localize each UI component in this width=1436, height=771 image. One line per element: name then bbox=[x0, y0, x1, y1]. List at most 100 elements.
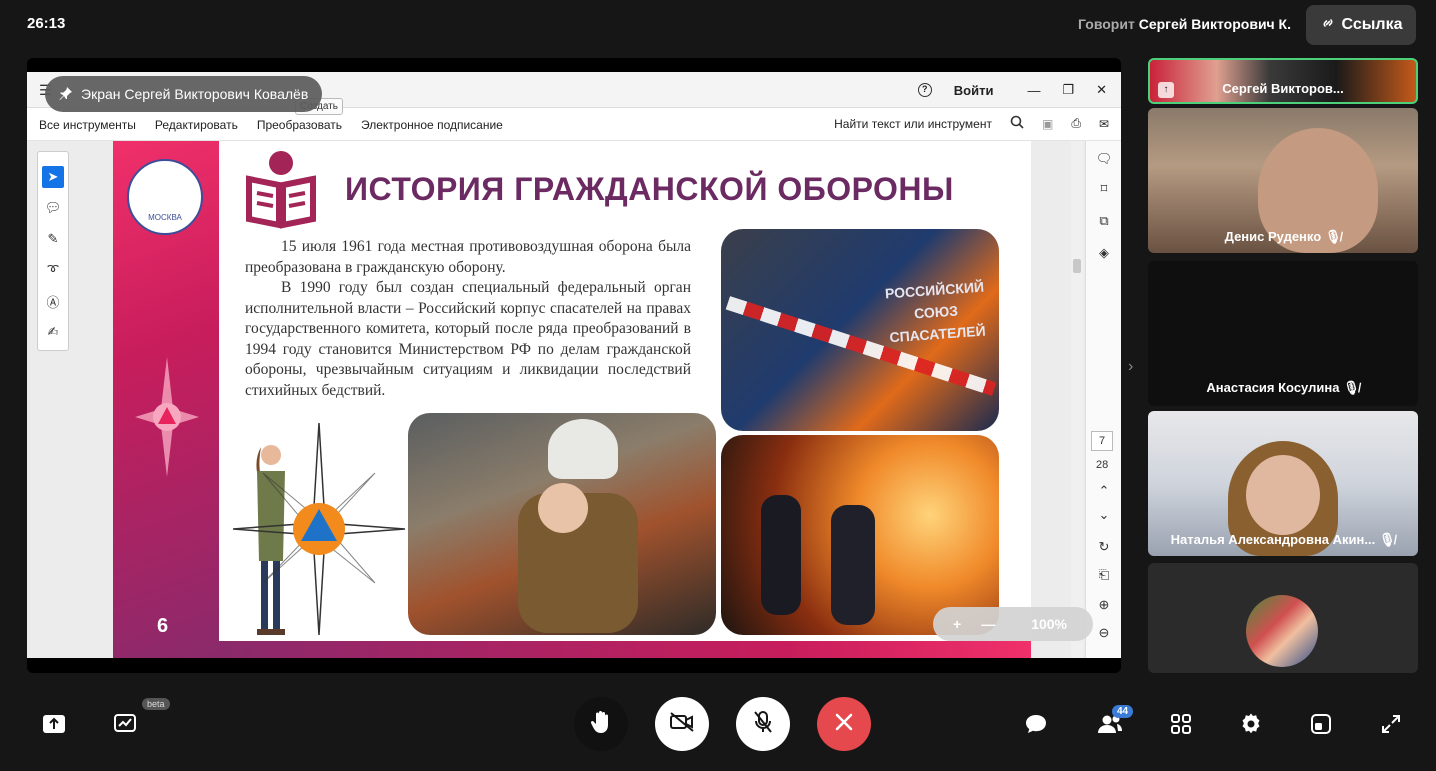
acrobat-window: ☰ Создать ? Войти — ❐ ✕ Все инструменты … bbox=[27, 72, 1121, 658]
microphone-toggle-button[interactable] bbox=[736, 697, 790, 751]
jacket-text: РОССИЙСКИЙ СОЮЗ СПАСАТЕЛЕЙ bbox=[884, 278, 987, 346]
screen-owner-label: Экран Сергей Викторович Ковалёв bbox=[81, 86, 309, 102]
paragraph-2: В 1990 году был создан специальный федер… bbox=[245, 279, 691, 399]
zoom-level: 100% bbox=[1031, 616, 1067, 632]
pip-layout-icon[interactable] bbox=[1305, 708, 1337, 740]
fullscreen-icon[interactable] bbox=[1375, 708, 1407, 740]
save-icon[interactable]: ▣ bbox=[1042, 117, 1053, 131]
zoom-control: + — 100% bbox=[933, 607, 1093, 641]
text-box-icon[interactable]: Ⓐ bbox=[42, 290, 64, 312]
comments-panel-icon[interactable]: 🗨︎ bbox=[1094, 151, 1114, 171]
open-book-icon bbox=[246, 151, 316, 229]
menu-convert[interactable]: Преобразовать bbox=[257, 118, 342, 132]
participant-name: Сергей Викторов... bbox=[1222, 81, 1344, 96]
pin-icon bbox=[59, 86, 73, 103]
participant-name: Денис Руденко 🎙︎̸ bbox=[1224, 229, 1342, 244]
rescuers-photo: РОССИЙСКИЙ СОЮЗ СПАСАТЕЛЕЙ bbox=[721, 229, 999, 431]
search-icon[interactable] bbox=[1010, 115, 1024, 132]
sign-icon[interactable]: ✍︎ bbox=[42, 321, 64, 343]
restore-icon[interactable]: ❐ bbox=[1062, 82, 1074, 98]
bookmark-icon[interactable]: ⌑ bbox=[1094, 181, 1114, 201]
paragraph-1: 15 июля 1961 года местная противовоздушн… bbox=[245, 238, 691, 276]
participant-tile[interactable]: Анастасия Косулина 🎙︎̸ bbox=[1148, 261, 1418, 406]
school-seal-logo: МОСКВА bbox=[127, 159, 203, 235]
slide-title: ИСТОРИЯ ГРАЖДАНСКОЙ ОБОРОНЫ bbox=[345, 171, 954, 207]
camera-toggle-button[interactable] bbox=[655, 697, 709, 751]
lasso-icon[interactable]: ➰︎ bbox=[42, 259, 64, 281]
signin-button[interactable]: Войти bbox=[954, 83, 994, 98]
mail-icon[interactable]: ✉ bbox=[1099, 117, 1109, 131]
layers-icon[interactable]: ◈ bbox=[1094, 245, 1114, 265]
firefighters-fire-photo bbox=[721, 435, 999, 635]
menu-edit[interactable]: Редактировать bbox=[155, 118, 238, 132]
hand-icon bbox=[590, 710, 612, 739]
zoom-out-icon[interactable]: ⊖ bbox=[1094, 625, 1114, 645]
chevron-down-icon[interactable]: ⌄ bbox=[1094, 507, 1114, 527]
page-total: 28 bbox=[1096, 459, 1109, 471]
participant-tile[interactable]: Наталья Александровна Акин... 🎙︎̸ bbox=[1148, 411, 1418, 556]
search-tool-label[interactable]: Найти текст или инструмент bbox=[834, 117, 992, 131]
chat-icon[interactable] bbox=[1020, 708, 1052, 740]
participant-tile[interactable]: ↑ Сергей Викторов... bbox=[1148, 58, 1418, 104]
select-tool-icon[interactable]: ➤ bbox=[42, 166, 64, 188]
gear-icon[interactable] bbox=[1235, 708, 1267, 740]
print-icon[interactable]: ⎙ bbox=[1071, 116, 1081, 131]
pages-icon[interactable]: ⧉ bbox=[1094, 213, 1114, 233]
active-speaker: Говорит Сергей Викторович К. bbox=[1078, 16, 1291, 32]
screen-pin-pill[interactable]: Экран Сергей Викторович Ковалёв bbox=[45, 76, 323, 112]
whiteboard-icon[interactable] bbox=[110, 708, 142, 740]
grid-layout-icon[interactable] bbox=[1165, 708, 1197, 740]
muted-mic-icon: 🎙︎̸ bbox=[1343, 380, 1360, 395]
link-icon bbox=[1320, 15, 1336, 36]
compass-star-icon bbox=[135, 357, 199, 477]
top-bar: 26:13 Говорит Сергей Викторович К. Ссылк… bbox=[0, 0, 1436, 50]
refresh-icon[interactable]: ↻ bbox=[1094, 539, 1114, 559]
slide-page-number: 6 bbox=[157, 615, 169, 637]
page-current-input[interactable]: 7 bbox=[1091, 431, 1113, 451]
save-doc-icon[interactable]: ⎗ bbox=[1094, 567, 1114, 587]
firefighter-child-photo bbox=[408, 413, 716, 635]
mic-off-icon bbox=[752, 710, 774, 739]
presentation-slide: МОСКВА 6 ИСТОРИЯ ГРАЖДАНСКОЙ ОБОРОНЫ 15 … bbox=[113, 141, 1031, 658]
acrobat-menu: Все инструменты Редактировать Преобразов… bbox=[27, 108, 1121, 141]
slide-left-band: МОСКВА 6 bbox=[113, 141, 219, 658]
slide-bottom-strip bbox=[219, 641, 1031, 658]
call-timer: 26:13 bbox=[27, 15, 66, 32]
screen-share: Экран Сергей Викторович Ковалёв ☰ Создат… bbox=[27, 58, 1121, 673]
left-toolbar: ➤ 💬︎ ✎ ➰︎ Ⓐ ✍︎ bbox=[37, 151, 69, 351]
speaker-name: Сергей Викторович К. bbox=[1138, 16, 1291, 32]
close-icon bbox=[834, 712, 854, 737]
slide-body-text: 15 июля 1961 года местная противовоздушн… bbox=[245, 237, 691, 401]
participant-name: Анастасия Косулина 🎙︎̸ bbox=[1206, 380, 1360, 395]
muted-mic-icon: 🎙︎̸ bbox=[1378, 532, 1396, 547]
muted-mic-icon: 🎙︎̸ bbox=[1324, 229, 1342, 244]
end-call-button[interactable] bbox=[817, 697, 871, 751]
menu-esign[interactable]: Электронное подписание bbox=[361, 118, 503, 132]
participant-tile[interactable] bbox=[1148, 563, 1418, 673]
link-label: Ссылка bbox=[1341, 16, 1403, 33]
zoom-plus-icon[interactable]: + bbox=[953, 616, 961, 632]
civil-defense-emblem-icon bbox=[233, 423, 405, 635]
participant-name: Наталья Александровна Акин... 🎙︎̸ bbox=[1170, 532, 1396, 547]
minimize-icon[interactable]: — bbox=[1027, 83, 1040, 98]
pen-icon[interactable]: ✎ bbox=[42, 228, 64, 250]
participants-count-badge: 44 bbox=[1112, 705, 1134, 718]
beta-badge: beta bbox=[142, 698, 170, 710]
chevron-up-icon[interactable]: ⌃ bbox=[1094, 483, 1114, 503]
share-screen-icon[interactable] bbox=[38, 708, 70, 740]
document-scrollbar[interactable] bbox=[1071, 141, 1083, 658]
camera-off-icon bbox=[669, 711, 695, 737]
close-icon[interactable]: ✕ bbox=[1096, 82, 1107, 98]
help-icon[interactable]: ? bbox=[917, 83, 932, 97]
bottom-toolbar: beta 44 bbox=[0, 690, 1436, 760]
raise-hand-button[interactable] bbox=[574, 697, 628, 751]
zoom-minus-icon[interactable]: — bbox=[981, 616, 995, 632]
window-controls: ? Войти — ❐ ✕ bbox=[917, 72, 1121, 108]
comment-icon[interactable]: 💬︎ bbox=[42, 197, 64, 219]
zoom-in-icon[interactable]: ⊕ bbox=[1094, 597, 1114, 617]
menu-all-tools[interactable]: Все инструменты bbox=[39, 118, 136, 132]
chevron-right-icon[interactable]: › bbox=[1128, 358, 1133, 376]
copy-link-button[interactable]: Ссылка bbox=[1306, 5, 1416, 45]
participant-tile[interactable]: Денис Руденко 🎙︎̸ bbox=[1148, 108, 1418, 253]
right-toolbar: 🗨︎ ⌑ ⧉ ◈ 7 28 ⌃ ⌄ ↻ ⎗ ⊕ ⊖ bbox=[1085, 141, 1121, 658]
